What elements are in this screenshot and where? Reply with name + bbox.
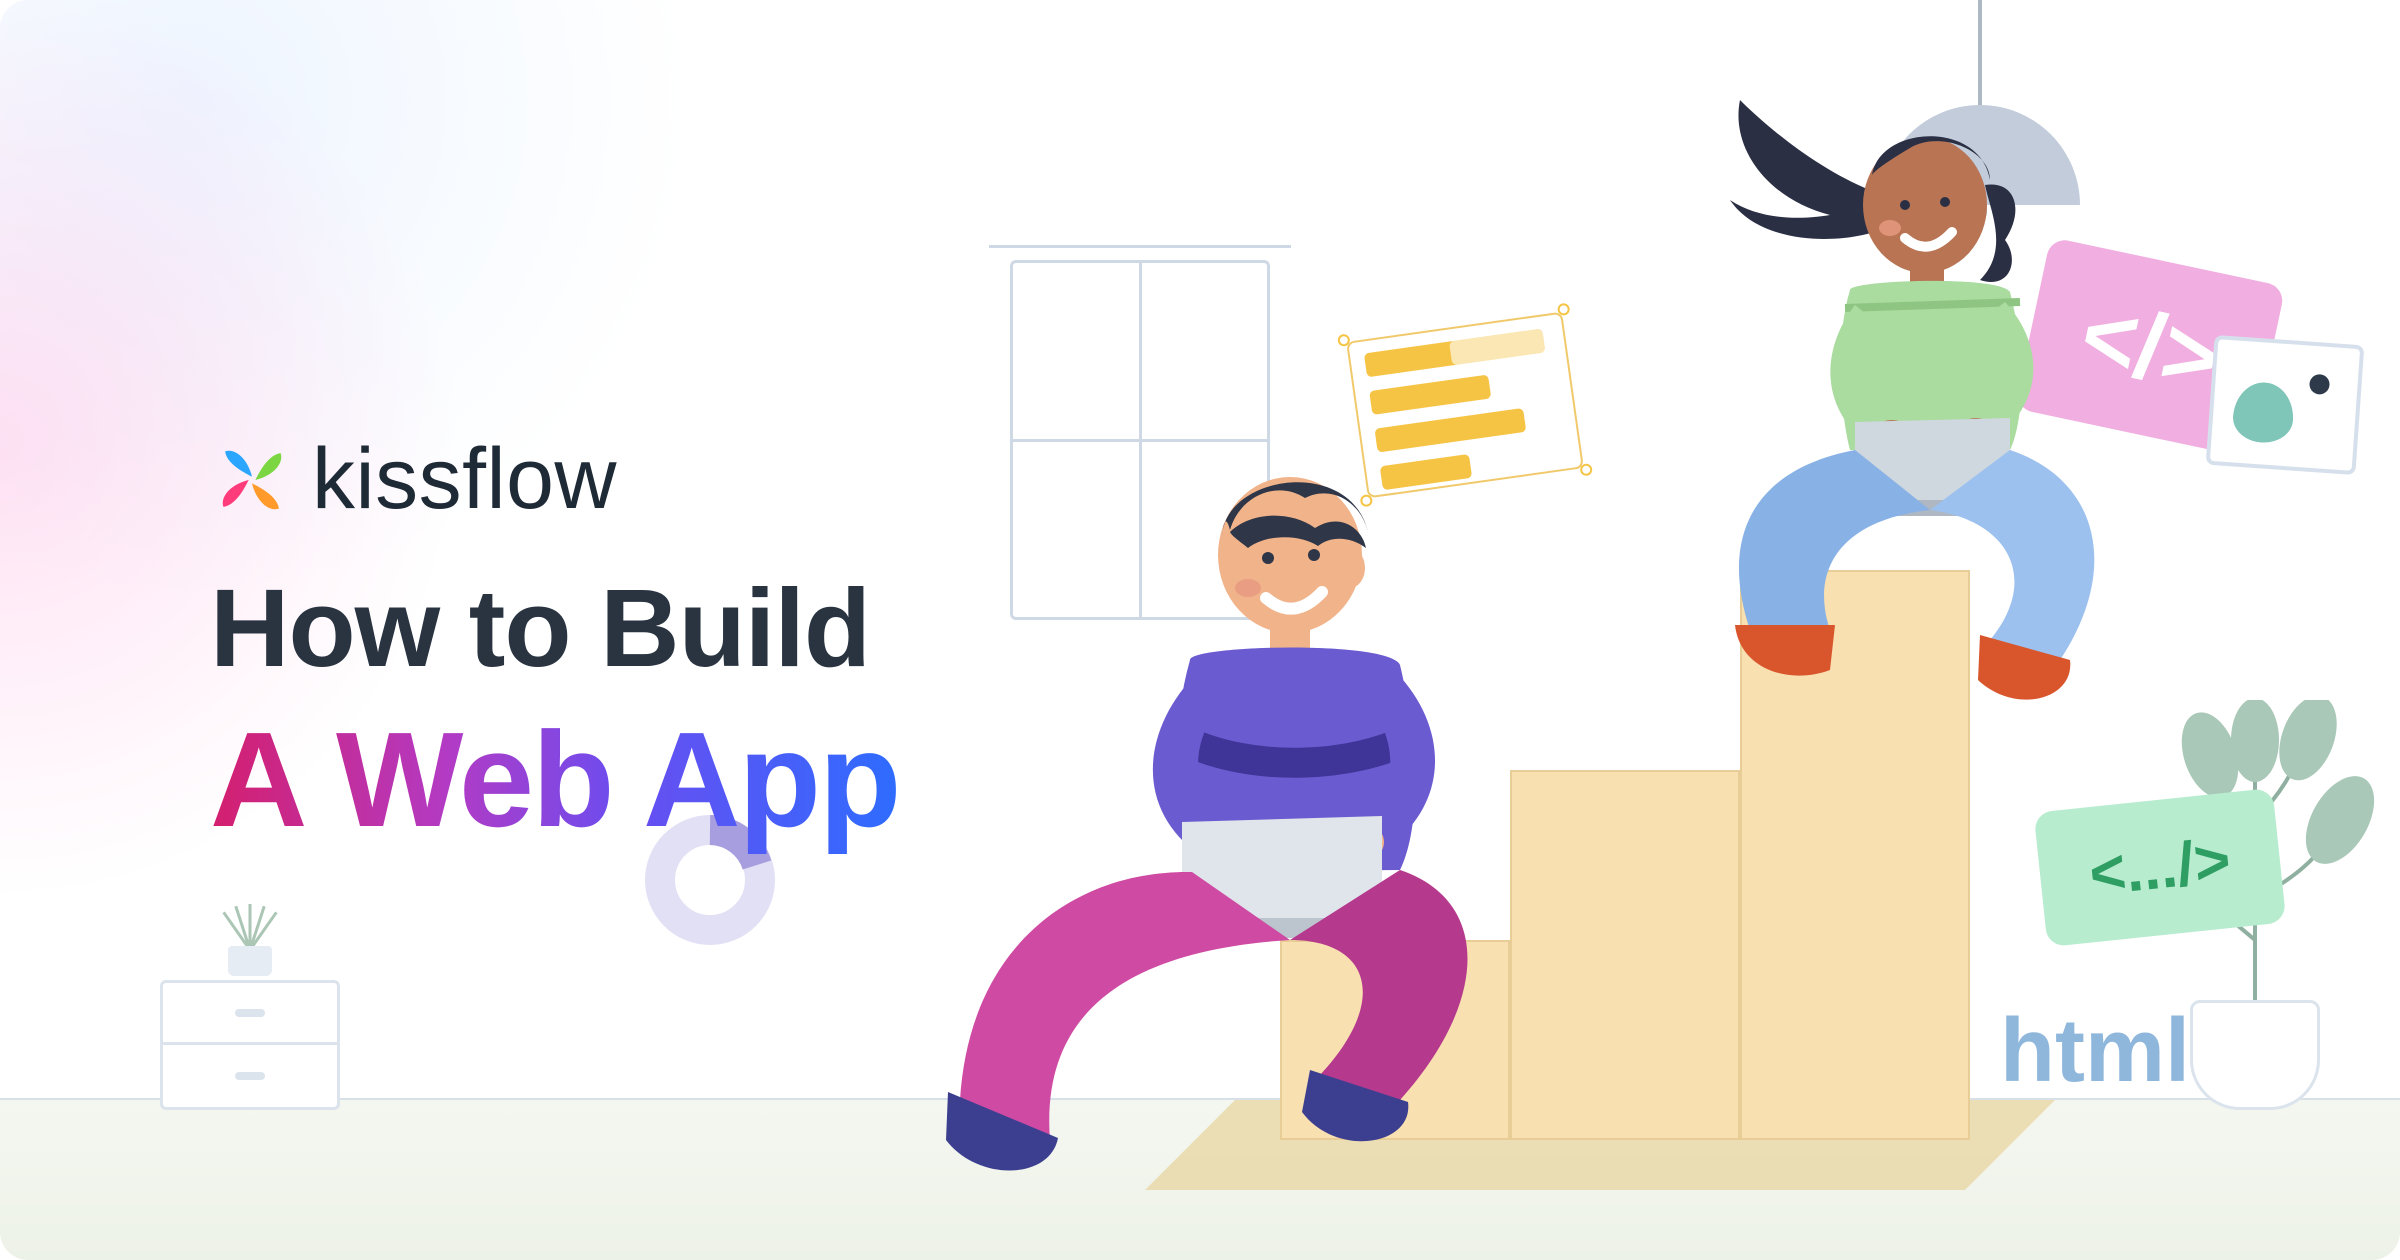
kissflow-logo-icon: [210, 438, 294, 522]
heading-line-1: How to Build: [210, 565, 899, 692]
code-tag-green: <.../>: [2034, 788, 2287, 947]
code-tag-green-text: <.../>: [2086, 825, 2234, 910]
hero-card: </> <.../> html kissflow How to Build A …: [0, 0, 2400, 1260]
person-man-illustration: [930, 440, 1570, 1200]
html-label: html: [2000, 1000, 2190, 1103]
picture-frame-illustration: [2206, 335, 2365, 475]
dresser-illustration: [160, 906, 340, 1110]
brand-logo: kissflow: [210, 430, 899, 529]
headline-block: kissflow How to Build A Web App: [210, 430, 899, 857]
brand-name: kissflow: [312, 430, 617, 529]
heading-line-2: A Web App: [210, 702, 899, 857]
person-woman-illustration: [1680, 70, 2200, 710]
